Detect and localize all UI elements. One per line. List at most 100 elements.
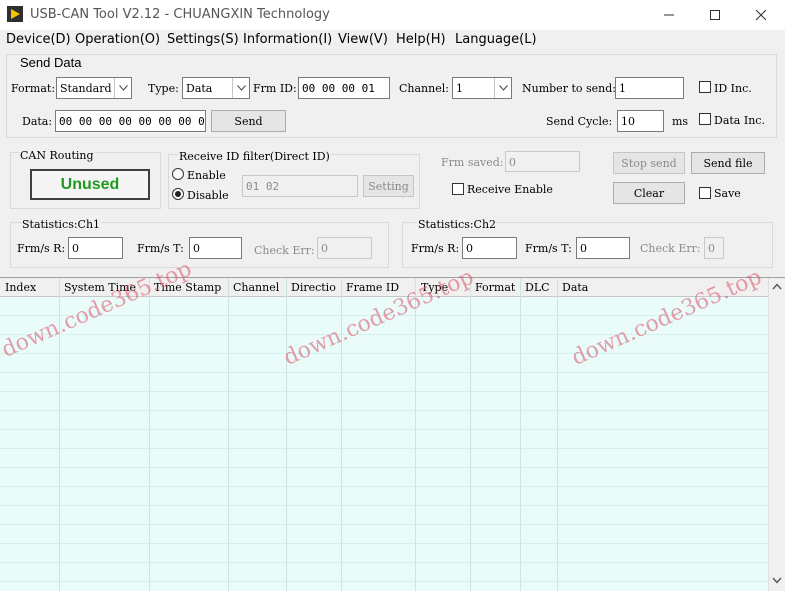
ch2-frm-r-field: 0 (462, 237, 517, 259)
menu-language[interactable]: Language(L) (455, 32, 537, 47)
close-icon (755, 9, 767, 21)
frm-id-label: Frm ID: (253, 82, 297, 95)
id-inc-checkbox[interactable] (699, 81, 711, 93)
format-select[interactable]: Standard (56, 77, 132, 99)
can-routing-title: CAN Routing (19, 149, 95, 162)
channel-value: 1 (456, 82, 463, 95)
save-label: Save (714, 187, 741, 200)
data-label: Data: (22, 115, 53, 128)
receive-filter-group: Receive ID filter(Direct ID) Enable Disa… (168, 150, 420, 209)
enable-label: Enable (187, 169, 226, 182)
ch2-check-err-field: 0 (704, 237, 724, 259)
column-divider (557, 278, 558, 591)
menu-operation[interactable]: Operation(O) (75, 32, 160, 47)
frm-id-input[interactable]: 00 00 00 01 (298, 77, 390, 99)
minimize-button[interactable] (646, 0, 692, 30)
ch1-check-err-field: 0 (317, 237, 372, 259)
ch1-frm-r-label: Frm/s R: (17, 242, 66, 255)
column-divider (520, 278, 521, 591)
data-input[interactable]: 00 00 00 00 00 00 00 00 (55, 110, 206, 132)
menu-bar: Device(D) Operation(O) Settings(S) Infor… (0, 30, 785, 51)
data-inc-checkbox[interactable] (699, 113, 711, 125)
ch2-frm-t-field: 0 (576, 237, 630, 259)
frm-saved-field: 0 (505, 151, 580, 172)
stop-send-button[interactable]: Stop send (613, 152, 685, 174)
type-value: Data (186, 82, 213, 95)
radio-selected-dot (175, 191, 181, 197)
col-dlc-header[interactable]: DLC (525, 281, 550, 294)
disable-radio[interactable] (172, 188, 184, 200)
chevron-down-icon (232, 78, 249, 98)
clear-button[interactable]: Clear (613, 182, 685, 204)
title-bar: USB-CAN Tool V2.12 - CHUANGXIN Technolog… (0, 0, 785, 30)
disable-label: Disable (187, 189, 229, 202)
col-frame-id-header[interactable]: Frame ID (346, 281, 399, 294)
ch2-frm-t-label: Frm/s T: (525, 242, 572, 255)
save-checkbox[interactable] (699, 187, 711, 199)
send-button[interactable]: Send (211, 110, 286, 132)
ch1-frm-t-field: 0 (189, 237, 242, 259)
channel-select[interactable]: 1 (452, 77, 512, 99)
menu-device[interactable]: Device(D) (6, 32, 71, 47)
menu-settings[interactable]: Settings(S) (167, 32, 239, 47)
channel-label: Channel: (399, 82, 449, 95)
send-cycle-input[interactable]: 10 (617, 110, 664, 132)
ch1-check-err-label: Check Err: (254, 244, 315, 257)
menu-information[interactable]: Information(I) (243, 32, 332, 47)
filter-ids-input[interactable]: 01 02 (242, 175, 358, 197)
setting-button[interactable]: Setting (363, 175, 414, 197)
stats-ch1-title: Statistics:Ch1 (21, 218, 102, 231)
format-value: Standard (60, 82, 112, 95)
column-divider (286, 278, 287, 591)
chevron-down-icon (114, 78, 131, 98)
number-to-send-label: Number to send: (522, 82, 616, 95)
column-divider (228, 278, 229, 591)
number-to-send-input[interactable]: 1 (615, 77, 684, 99)
maximize-icon (710, 10, 720, 20)
receive-enable-checkbox[interactable] (452, 183, 464, 195)
send-data-title: Send Data (20, 55, 82, 70)
stats-ch2-title: Statistics:Ch2 (417, 218, 498, 231)
receive-filter-title: Receive ID filter(Direct ID) (178, 150, 331, 163)
id-inc-label: ID Inc. (714, 82, 752, 95)
menu-help[interactable]: Help(H) (396, 32, 446, 47)
col-direction-header[interactable]: Directio (291, 281, 342, 294)
stats-ch2-group: Statistics:Ch2 Frm/s R: 0 Frm/s T: 0 Che… (402, 218, 773, 268)
can-routing-group: CAN Routing Unused (10, 149, 161, 209)
minimize-icon (664, 14, 674, 16)
stats-ch1-group: Statistics:Ch1 Frm/s R: 0 Frm/s T: 0 Che… (10, 218, 389, 268)
data-inc-label: Data Inc. (714, 114, 765, 127)
column-divider (149, 278, 150, 591)
ch2-frm-r-label: Frm/s R: (411, 242, 460, 255)
col-data-header[interactable]: Data (562, 281, 588, 294)
maximize-button[interactable] (692, 0, 738, 30)
scroll-down-icon[interactable] (772, 577, 782, 584)
chevron-down-icon (494, 78, 511, 98)
col-index-header[interactable]: Index (5, 281, 36, 294)
format-label: Format: (11, 82, 56, 95)
column-divider (415, 278, 416, 591)
grid-body[interactable] (0, 297, 768, 591)
app-logo-icon (7, 6, 23, 22)
ch1-frm-t-label: Frm/s T: (137, 242, 184, 255)
send-cycle-label: Send Cycle: (546, 115, 613, 128)
can-routing-status: Unused (30, 169, 150, 200)
col-channel-header[interactable]: Channel (233, 281, 279, 294)
column-divider (470, 278, 471, 591)
receive-enable-label: Receive Enable (467, 183, 553, 196)
vertical-scrollbar[interactable] (768, 278, 785, 591)
type-label: Type: (148, 82, 179, 95)
send-cycle-unit: ms (672, 115, 689, 128)
type-select[interactable]: Data (182, 77, 250, 99)
close-button[interactable] (738, 0, 784, 30)
menu-view[interactable]: View(V) (338, 32, 388, 47)
col-format-header[interactable]: Format (475, 281, 515, 294)
enable-radio[interactable] (172, 168, 184, 180)
ch1-frm-r-field: 0 (68, 237, 123, 259)
ch2-check-err-label: Check Err: (640, 242, 701, 255)
window-title: USB-CAN Tool V2.12 - CHUANGXIN Technolog… (30, 7, 330, 22)
frm-saved-label: Frm saved: (441, 156, 504, 169)
send-file-button[interactable]: Send file (691, 152, 765, 174)
scroll-up-icon[interactable] (772, 283, 782, 290)
send-data-group: Send Data Format: Standard Type: Data Fr… (6, 54, 777, 138)
